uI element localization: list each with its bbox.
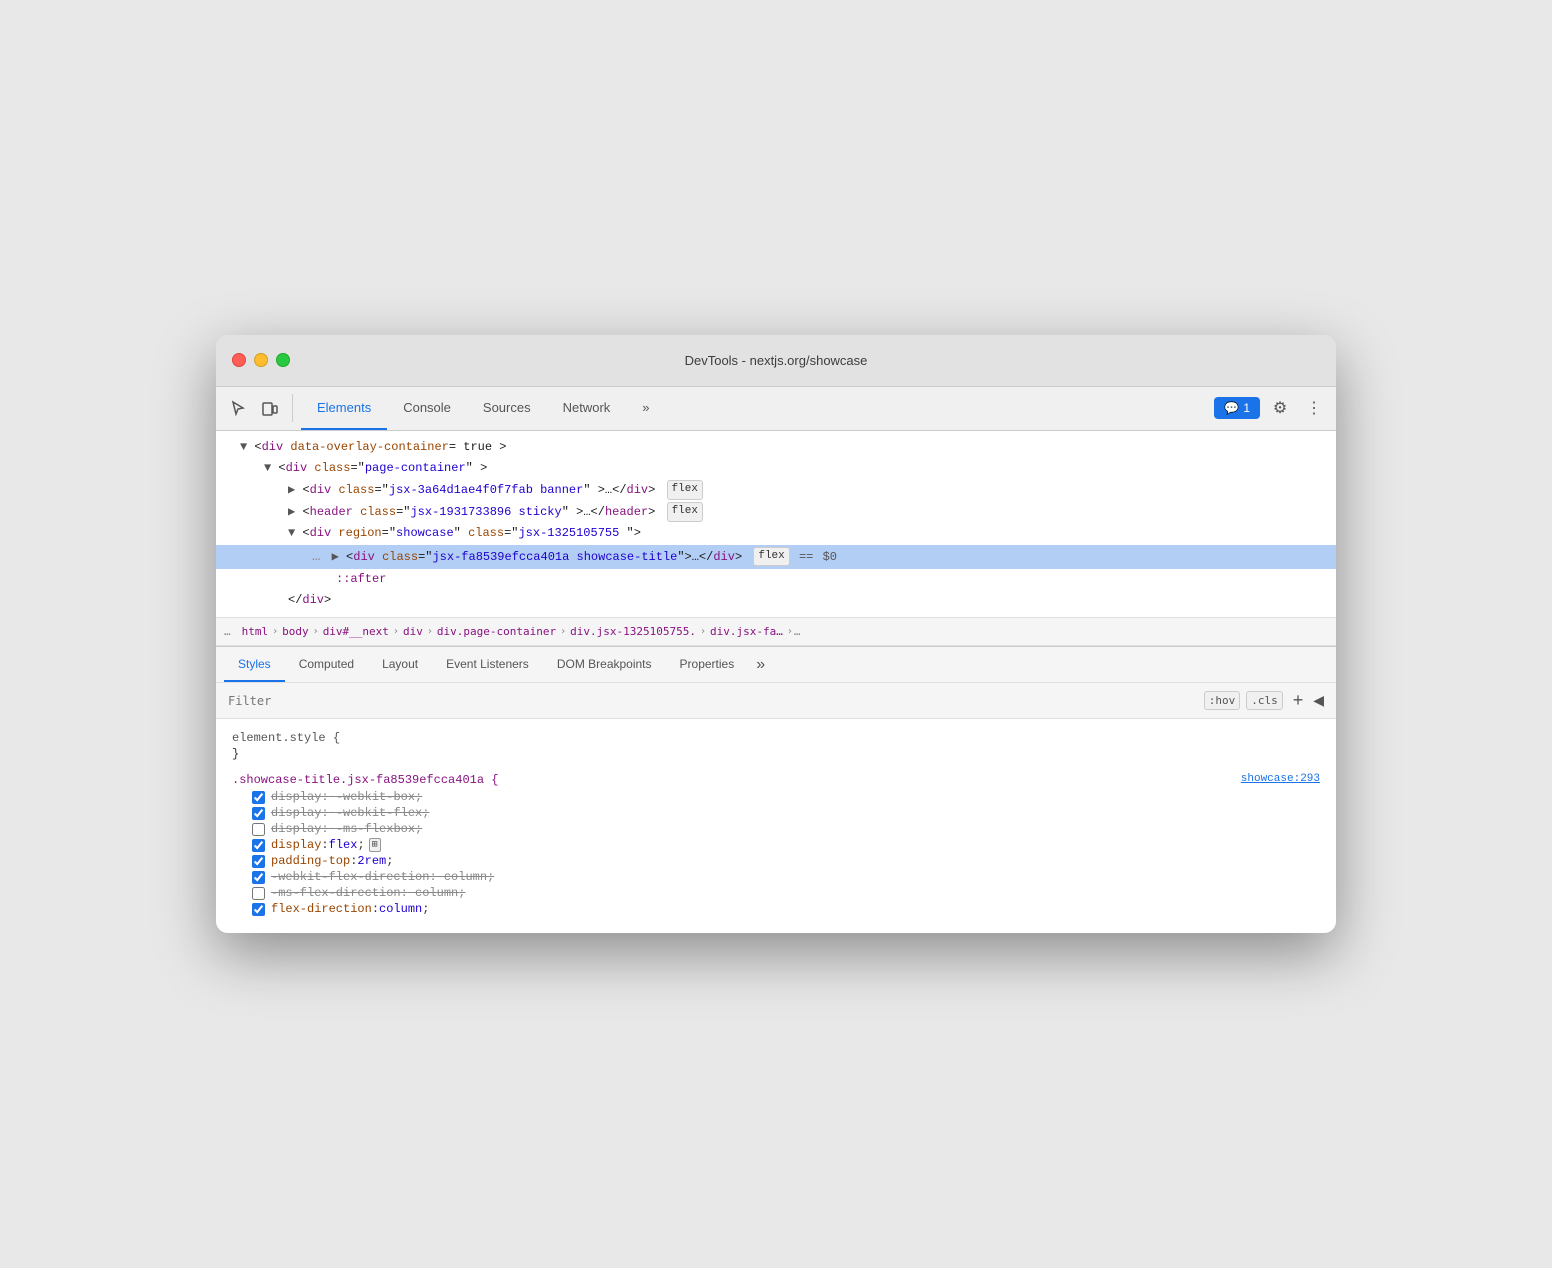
expand-arrow[interactable]: ▼ bbox=[240, 440, 247, 454]
css-property-line: display: -webkit-box; bbox=[232, 789, 1320, 805]
device-icon[interactable] bbox=[256, 394, 284, 422]
expand-arrow[interactable]: ▶ bbox=[288, 505, 295, 519]
badge-count: 1 bbox=[1243, 401, 1250, 415]
expand-arrow[interactable]: ▶ bbox=[288, 483, 295, 497]
breadcrumb-html[interactable]: html bbox=[239, 625, 272, 638]
expand-arrow[interactable]: ▼ bbox=[264, 461, 271, 475]
tree-line[interactable]: ▶ <header class="jsx-1931733896 sticky" … bbox=[216, 501, 1336, 523]
tree-line[interactable]: ▶ <div class="jsx-3a64d1ae4f0f7fab banne… bbox=[216, 479, 1336, 501]
flex-badge: flex bbox=[667, 502, 703, 522]
breadcrumb-ellipsis: … bbox=[224, 625, 231, 638]
tab-network[interactable]: Network bbox=[547, 387, 627, 430]
css-property-line: -webkit-flex-direction: column; bbox=[232, 869, 1320, 885]
breadcrumb: … html › body › div#__next › div › div.p… bbox=[216, 618, 1336, 646]
tree-line[interactable]: ▼ <div data-overlay-container= true > bbox=[216, 437, 1336, 458]
property-checkbox[interactable] bbox=[252, 903, 265, 916]
flex-badge: flex bbox=[667, 480, 703, 500]
css-property-line: display: -ms-flexbox; bbox=[232, 821, 1320, 837]
property-checkbox[interactable] bbox=[252, 887, 265, 900]
breadcrumb-more[interactable]: … bbox=[794, 625, 801, 638]
tree-line-pseudo: ::after bbox=[216, 569, 1336, 590]
expand-arrow[interactable]: ▼ bbox=[288, 526, 295, 540]
bottom-panel: Styles Computed Layout Event Listeners D… bbox=[216, 646, 1336, 933]
minimize-button[interactable] bbox=[254, 353, 268, 367]
breadcrumb-div[interactable]: div bbox=[400, 625, 426, 638]
filter-actions: :hov .cls + ◀ bbox=[1204, 690, 1324, 711]
more-button[interactable]: ⋮ bbox=[1300, 394, 1328, 422]
titlebar: DevTools - nextjs.org/showcase bbox=[216, 335, 1336, 387]
toolbar-right: 💬 1 ⚙ ⋮ bbox=[1214, 394, 1328, 422]
sub-tab-layout[interactable]: Layout bbox=[368, 647, 432, 682]
breadcrumb-page-container[interactable]: div.page-container bbox=[434, 625, 559, 638]
styles-panel: element.style { } .showcase-title.jsx-fa… bbox=[216, 719, 1336, 933]
sub-tab-styles[interactable]: Styles bbox=[224, 647, 285, 682]
sub-tab-event-listeners[interactable]: Event Listeners bbox=[432, 647, 543, 682]
tree-line-selected[interactable]: … ▶ <div class="jsx-fa8539efcca401a show… bbox=[216, 545, 1336, 569]
property-checkbox[interactable] bbox=[252, 855, 265, 868]
flex-badge: flex bbox=[753, 547, 789, 567]
cls-button[interactable]: .cls bbox=[1246, 691, 1283, 710]
tree-line[interactable]: ▼ <div class="page-container" > bbox=[216, 458, 1336, 479]
close-button[interactable] bbox=[232, 353, 246, 367]
hov-button[interactable]: :hov bbox=[1204, 691, 1241, 710]
css-rule-showcase-title: .showcase-title.jsx-fa8539efcca401a { sh… bbox=[216, 769, 1336, 925]
property-checkbox[interactable] bbox=[252, 807, 265, 820]
toolbar-icons bbox=[224, 394, 293, 422]
traffic-lights bbox=[232, 353, 290, 367]
breadcrumb-body[interactable]: body bbox=[279, 625, 312, 638]
tab-elements[interactable]: Elements bbox=[301, 387, 387, 430]
breadcrumb-jsx-fa[interactable]: div.jsx-fa… bbox=[707, 625, 786, 638]
devtools-toolbar: Elements Console Sources Network » 💬 1 ⚙… bbox=[216, 387, 1336, 431]
property-checkbox[interactable] bbox=[252, 871, 265, 884]
css-property-line: display: flex; ⊞ bbox=[232, 837, 1320, 853]
devtools-window: DevTools - nextjs.org/showcase Elements … bbox=[216, 335, 1336, 934]
css-property-line: -ms-flex-direction: column; bbox=[232, 885, 1320, 901]
css-property-line: padding-top: 2rem; bbox=[232, 853, 1320, 869]
property-checkbox[interactable] bbox=[252, 823, 265, 836]
source-link[interactable]: showcase:293 bbox=[1241, 773, 1320, 787]
css-property-line: flex-direction: column; bbox=[232, 901, 1320, 917]
html-tree: ▼ <div data-overlay-container= true > ▼ … bbox=[216, 431, 1336, 619]
sub-tab-computed[interactable]: Computed bbox=[285, 647, 368, 682]
property-checkbox[interactable] bbox=[252, 791, 265, 804]
main-tabs: Elements Console Sources Network » bbox=[301, 387, 1214, 430]
filter-input[interactable] bbox=[228, 694, 1204, 708]
breadcrumb-next[interactable]: div#__next bbox=[320, 625, 392, 638]
selector-text: .showcase-title.jsx-fa8539efcca401a { bbox=[232, 773, 498, 787]
sub-tab-more[interactable]: » bbox=[748, 656, 773, 674]
sub-tabs: Styles Computed Layout Event Listeners D… bbox=[216, 647, 1336, 683]
chat-icon: 💬 bbox=[1224, 401, 1239, 415]
ellipsis-indicator: … bbox=[312, 549, 320, 565]
maximize-button[interactable] bbox=[276, 353, 290, 367]
tab-sources[interactable]: Sources bbox=[467, 387, 547, 430]
css-close-brace: } bbox=[232, 747, 1320, 761]
settings-button[interactable]: ⚙ bbox=[1266, 394, 1294, 422]
css-property-line: display: -webkit-flex; bbox=[232, 805, 1320, 821]
flex-display-icon[interactable]: ⊞ bbox=[369, 838, 381, 852]
css-rule-element-style: element.style { } bbox=[216, 727, 1336, 769]
collapse-button[interactable]: ◀ bbox=[1313, 692, 1324, 709]
add-style-button[interactable]: + bbox=[1293, 690, 1304, 711]
breadcrumb-jsx-1325[interactable]: div.jsx-1325105755. bbox=[567, 625, 699, 638]
expand-arrow[interactable]: ▶ bbox=[332, 550, 339, 564]
tab-console[interactable]: Console bbox=[387, 387, 467, 430]
filter-bar: :hov .cls + ◀ bbox=[216, 683, 1336, 719]
property-checkbox[interactable] bbox=[252, 839, 265, 852]
tab-more[interactable]: » bbox=[626, 387, 665, 430]
css-rules: element.style { } .showcase-title.jsx-fa… bbox=[216, 719, 1336, 933]
window-title: DevTools - nextjs.org/showcase bbox=[685, 353, 868, 368]
cursor-icon[interactable] bbox=[224, 394, 252, 422]
notifications-badge[interactable]: 💬 1 bbox=[1214, 397, 1260, 419]
css-selector: element.style { bbox=[232, 731, 1320, 745]
tree-line[interactable]: ▼ <div region="showcase" class="jsx-1325… bbox=[216, 523, 1336, 544]
css-selector[interactable]: .showcase-title.jsx-fa8539efcca401a { sh… bbox=[232, 773, 1320, 787]
sub-tab-dom-breakpoints[interactable]: DOM Breakpoints bbox=[543, 647, 666, 682]
sub-tab-properties[interactable]: Properties bbox=[666, 647, 749, 682]
tree-line[interactable]: </div> bbox=[216, 590, 1336, 611]
devtools-body: ▼ <div data-overlay-container= true > ▼ … bbox=[216, 431, 1336, 934]
